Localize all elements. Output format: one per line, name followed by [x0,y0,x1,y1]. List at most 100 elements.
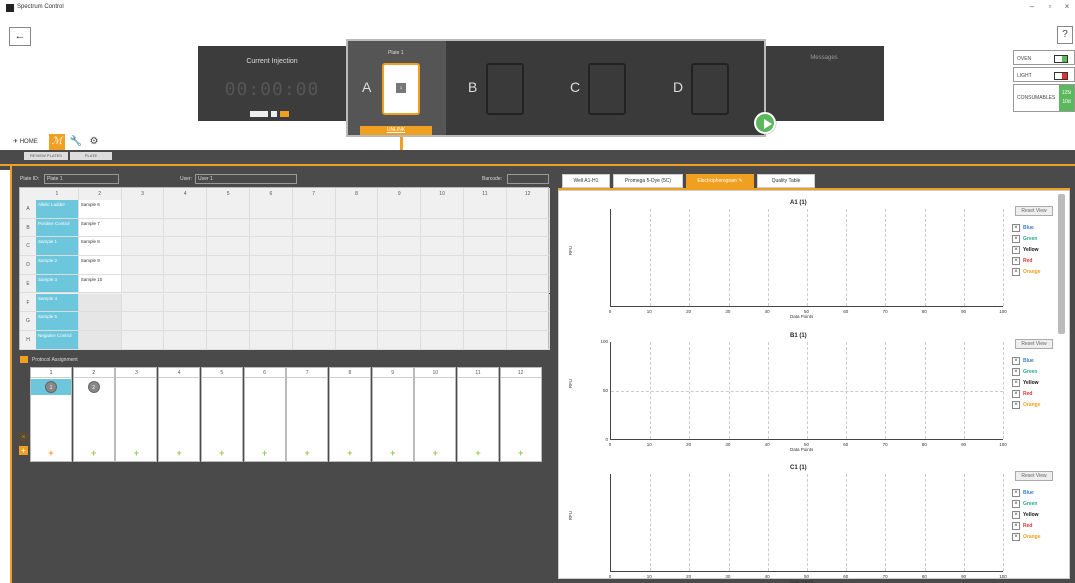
well-cell-empty[interactable] [421,293,464,313]
well-cell-empty[interactable] [164,218,208,238]
well-cell-empty[interactable] [421,237,464,257]
legend-checkbox[interactable]: × [1012,357,1020,365]
well-cell[interactable]: Sample 10 [78,274,122,294]
well-cell-empty[interactable] [121,256,165,275]
wrench-icon[interactable]: 🔧 [69,134,83,150]
well-cell-empty[interactable] [506,293,550,313]
well-cell[interactable]: Sample 8 [78,237,122,257]
well-cell-empty[interactable] [378,274,422,294]
well-cell-empty[interactable] [292,330,336,350]
tab-well-range[interactable]: Well A1-H1 [562,174,610,188]
home-nav[interactable]: ✈ HOME [13,134,47,150]
reset-view-button[interactable]: Reset View [1015,339,1053,349]
well-cell-empty[interactable] [78,330,122,350]
well-cell-empty[interactable] [378,256,422,275]
legend-checkbox[interactable]: × [1012,401,1020,409]
help-button[interactable]: ? [1057,26,1073,44]
well-cell-empty[interactable] [378,237,422,257]
plate-slot-c[interactable] [588,63,626,115]
well-cell[interactable]: Sample 7 [78,218,122,238]
legend-checkbox[interactable]: × [1012,368,1020,376]
add-protocol-plus[interactable]: + [116,448,156,458]
well-cell-empty[interactable] [335,330,379,350]
reset-view-button[interactable]: Reset View [1015,471,1053,481]
well-cell-empty[interactable] [335,312,379,331]
legend-item[interactable]: × Orange [1012,533,1056,543]
well-cell[interactable]: Negative Control [36,330,79,350]
legend-item[interactable]: × Red [1012,522,1056,532]
well-cell-empty[interactable] [292,256,336,275]
well-cell-empty[interactable] [464,330,507,350]
well-cell-empty[interactable] [121,218,165,238]
tab-electropherogram[interactable]: Electropherogram ✎ [686,174,754,188]
well-cell-empty[interactable] [121,200,165,219]
well-cell[interactable]: Sample 2 [36,256,79,275]
well-cell-empty[interactable] [250,218,293,238]
well-cell-empty[interactable] [207,330,250,350]
well-cell-empty[interactable] [464,293,507,313]
add-protocol-plus[interactable]: + [330,448,370,458]
protocol-column[interactable]: 11 + [457,367,499,462]
well-cell[interactable]: Sample 3 [36,274,79,294]
legend-item[interactable]: × Red [1012,390,1056,400]
protocol-column[interactable]: 5 + [200,367,243,462]
well-cell-empty[interactable] [506,312,550,331]
protocol-column[interactable]: 6 + [243,367,286,462]
plate-slot-b[interactable] [486,63,524,115]
well-cell-empty[interactable] [506,200,550,219]
protocol-icon[interactable] [20,356,28,363]
well-cell[interactable]: Sample 6 [78,200,122,219]
well-cell-empty[interactable] [464,218,507,238]
well-cell-empty[interactable] [121,293,165,313]
well-cell-empty[interactable] [250,293,293,313]
well-cell-empty[interactable] [250,200,293,219]
well-cell-empty[interactable] [250,312,293,331]
well-cell-empty[interactable] [335,274,379,294]
well-cell-empty[interactable] [335,256,379,275]
well-cell-empty[interactable] [421,200,464,219]
well-cell-empty[interactable] [121,237,165,257]
maximize-button[interactable]: ▫ [1043,2,1057,11]
well-cell[interactable]: Sample 9 [78,256,122,275]
well-cell-empty[interactable] [464,256,507,275]
legend-item[interactable]: × Yellow [1012,511,1056,521]
protocol-column[interactable]: 9 + [371,367,414,462]
well-cell-empty[interactable] [164,237,208,257]
well-cell-empty[interactable] [207,274,250,294]
legend-item[interactable]: × Green [1012,235,1056,245]
well-cell-empty[interactable] [292,237,336,257]
well-cell-empty[interactable] [250,330,293,350]
well-cell-empty[interactable] [250,274,293,294]
well-cell-empty[interactable] [335,200,379,219]
well-cell-empty[interactable] [335,293,379,313]
add-protocol-plus[interactable]: + [202,448,242,458]
well-cell-empty[interactable] [207,256,250,275]
well-cell-empty[interactable] [164,274,208,294]
remove-protocol-button[interactable]: × [19,433,28,442]
add-protocol-plus[interactable]: + [245,448,285,458]
well-cell-empty[interactable] [506,237,550,257]
well-cell-empty[interactable] [292,312,336,331]
minimize-button[interactable]: – [1025,2,1039,11]
well-cell-empty[interactable] [464,200,507,219]
well-cell-empty[interactable] [421,218,464,238]
well-cell[interactable]: Sample 5 [36,312,79,331]
well-cell-empty[interactable] [292,293,336,313]
well-cell-empty[interactable] [207,312,250,331]
add-protocol-plus[interactable]: + [501,448,541,458]
legend-item[interactable]: × Blue [1012,489,1056,499]
barcode-input[interactable] [507,174,549,184]
add-protocol-plus[interactable]: + [74,448,114,458]
legend-checkbox[interactable]: × [1012,224,1020,232]
legend-item[interactable]: × Red [1012,257,1056,267]
legend-checkbox[interactable]: × [1012,268,1020,276]
tab-quality-table[interactable]: Quality Table [757,174,815,188]
add-protocol-plus[interactable]: + [159,448,199,458]
protocol-column[interactable]: 12 + [499,367,542,462]
well-cell-empty[interactable] [335,218,379,238]
well-cell-empty[interactable] [207,293,250,313]
well-cell-empty[interactable] [378,330,422,350]
add-protocol-plus[interactable]: + [287,448,327,458]
well-cell-empty[interactable] [292,274,336,294]
legend-checkbox[interactable]: × [1012,500,1020,508]
